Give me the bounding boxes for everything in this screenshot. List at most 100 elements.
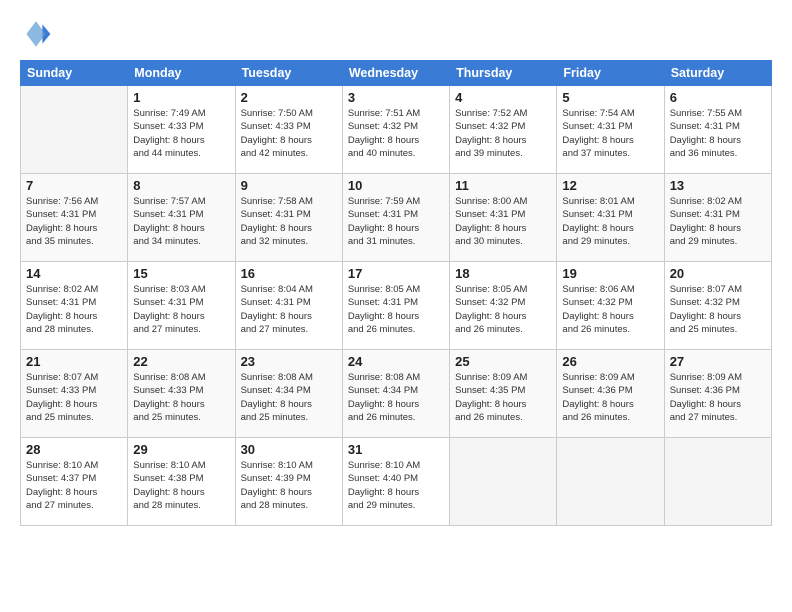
day-info: Sunrise: 8:09 AM Sunset: 4:36 PM Dayligh… [670,371,766,424]
day-info: Sunrise: 7:58 AM Sunset: 4:31 PM Dayligh… [241,195,337,248]
day-cell: 6Sunrise: 7:55 AM Sunset: 4:31 PM Daylig… [664,86,771,174]
day-number: 7 [26,178,122,193]
column-header-monday: Monday [128,61,235,86]
day-number: 28 [26,442,122,457]
day-cell: 25 Sunrise: 8:09 AM Sunset: 4:35 PM Dayli… [450,350,557,438]
day-cell: 9 Sunrise: 7:58 AM Sunset: 4:31 PM Daylig… [235,174,342,262]
day-info: Sunrise: 8:08 AM Sunset: 4:34 PM Dayligh… [241,371,337,424]
week-row-3: 14 Sunrise: 8:02 AM Sunset: 4:31 PM Dayli… [21,262,772,350]
day-info: Sunrise: 8:09 AM Sunset: 4:36 PM Dayligh… [562,371,658,424]
day-number: 17 [348,266,444,281]
day-number: 11 [455,178,551,193]
day-number: 31 [348,442,444,457]
day-info: Sunrise: 8:10 AM Sunset: 4:38 PM Dayligh… [133,459,229,512]
week-row-1: 1Sunrise: 7:49 AM Sunset: 4:33 PM Daylig… [21,86,772,174]
day-number: 21 [26,354,122,369]
day-info: Sunrise: 8:09 AM Sunset: 4:35 PM Dayligh… [455,371,551,424]
logo [20,18,56,50]
day-info: Sunrise: 8:08 AM Sunset: 4:33 PM Dayligh… [133,371,229,424]
day-info: Sunrise: 8:07 AM Sunset: 4:32 PM Dayligh… [670,283,766,336]
column-header-saturday: Saturday [664,61,771,86]
day-cell: 19 Sunrise: 8:06 AM Sunset: 4:32 PM Dayli… [557,262,664,350]
day-info: Sunrise: 8:10 AM Sunset: 4:37 PM Dayligh… [26,459,122,512]
day-info: Sunrise: 8:10 AM Sunset: 4:39 PM Dayligh… [241,459,337,512]
day-cell: 21 Sunrise: 8:07 AM Sunset: 4:33 PM Dayli… [21,350,128,438]
day-number: 20 [670,266,766,281]
day-cell: 5Sunrise: 7:54 AM Sunset: 4:31 PM Daylig… [557,86,664,174]
day-cell: 8 Sunrise: 7:57 AM Sunset: 4:31 PM Daylig… [128,174,235,262]
day-cell: 16 Sunrise: 8:04 AM Sunset: 4:31 PM Dayli… [235,262,342,350]
day-info: Sunrise: 8:03 AM Sunset: 4:31 PM Dayligh… [133,283,229,336]
column-header-wednesday: Wednesday [342,61,449,86]
day-cell: 17 Sunrise: 8:05 AM Sunset: 4:31 PM Dayli… [342,262,449,350]
day-cell: 30 Sunrise: 8:10 AM Sunset: 4:39 PM Dayli… [235,438,342,526]
day-number: 2 [241,90,337,105]
day-info: Sunrise: 7:50 AM Sunset: 4:33 PM Dayligh… [241,107,337,160]
day-number: 9 [241,178,337,193]
header-row: SundayMondayTuesdayWednesdayThursdayFrid… [21,61,772,86]
day-cell [450,438,557,526]
day-cell [664,438,771,526]
day-cell: 27Sunrise: 8:09 AM Sunset: 4:36 PM Dayli… [664,350,771,438]
day-info: Sunrise: 8:00 AM Sunset: 4:31 PM Dayligh… [455,195,551,248]
day-cell: 28 Sunrise: 8:10 AM Sunset: 4:37 PM Dayli… [21,438,128,526]
day-number: 14 [26,266,122,281]
day-number: 30 [241,442,337,457]
day-info: Sunrise: 7:56 AM Sunset: 4:31 PM Dayligh… [26,195,122,248]
day-number: 3 [348,90,444,105]
day-number: 12 [562,178,658,193]
day-cell [557,438,664,526]
day-info: Sunrise: 8:05 AM Sunset: 4:32 PM Dayligh… [455,283,551,336]
day-number: 29 [133,442,229,457]
week-row-5: 28 Sunrise: 8:10 AM Sunset: 4:37 PM Dayli… [21,438,772,526]
day-cell: 7 Sunrise: 7:56 AM Sunset: 4:31 PM Daylig… [21,174,128,262]
day-info: Sunrise: 7:57 AM Sunset: 4:31 PM Dayligh… [133,195,229,248]
day-cell: 4 Sunrise: 7:52 AM Sunset: 4:32 PM Daylig… [450,86,557,174]
day-number: 10 [348,178,444,193]
day-number: 15 [133,266,229,281]
day-info: Sunrise: 8:05 AM Sunset: 4:31 PM Dayligh… [348,283,444,336]
day-cell: 31 Sunrise: 8:10 AM Sunset: 4:40 PM Dayli… [342,438,449,526]
day-number: 23 [241,354,337,369]
day-cell: 24 Sunrise: 8:08 AM Sunset: 4:34 PM Dayli… [342,350,449,438]
day-cell: 2 Sunrise: 7:50 AM Sunset: 4:33 PM Daylig… [235,86,342,174]
column-header-friday: Friday [557,61,664,86]
day-number: 26 [562,354,658,369]
day-info: Sunrise: 8:02 AM Sunset: 4:31 PM Dayligh… [670,195,766,248]
day-number: 25 [455,354,551,369]
day-cell: 10Sunrise: 7:59 AM Sunset: 4:31 PM Dayli… [342,174,449,262]
day-number: 13 [670,178,766,193]
week-row-2: 7 Sunrise: 7:56 AM Sunset: 4:31 PM Daylig… [21,174,772,262]
day-number: 24 [348,354,444,369]
day-info: Sunrise: 7:49 AM Sunset: 4:33 PM Dayligh… [133,107,229,160]
day-cell: 13 Sunrise: 8:02 AM Sunset: 4:31 PM Dayli… [664,174,771,262]
day-info: Sunrise: 8:07 AM Sunset: 4:33 PM Dayligh… [26,371,122,424]
day-number: 5 [562,90,658,105]
day-number: 18 [455,266,551,281]
day-info: Sunrise: 8:01 AM Sunset: 4:31 PM Dayligh… [562,195,658,248]
day-info: Sunrise: 8:02 AM Sunset: 4:31 PM Dayligh… [26,283,122,336]
page: SundayMondayTuesdayWednesdayThursdayFrid… [0,0,792,612]
day-cell: 3Sunrise: 7:51 AM Sunset: 4:32 PM Daylig… [342,86,449,174]
logo-icon [20,18,52,50]
column-header-thursday: Thursday [450,61,557,86]
day-info: Sunrise: 8:04 AM Sunset: 4:31 PM Dayligh… [241,283,337,336]
day-cell: 12 Sunrise: 8:01 AM Sunset: 4:31 PM Dayli… [557,174,664,262]
column-header-sunday: Sunday [21,61,128,86]
column-header-tuesday: Tuesday [235,61,342,86]
day-info: Sunrise: 7:52 AM Sunset: 4:32 PM Dayligh… [455,107,551,160]
day-number: 22 [133,354,229,369]
day-number: 8 [133,178,229,193]
day-cell: 22 Sunrise: 8:08 AM Sunset: 4:33 PM Dayli… [128,350,235,438]
day-number: 16 [241,266,337,281]
day-cell: 18 Sunrise: 8:05 AM Sunset: 4:32 PM Dayli… [450,262,557,350]
day-number: 19 [562,266,658,281]
day-cell: 11 Sunrise: 8:00 AM Sunset: 4:31 PM Dayli… [450,174,557,262]
header [20,18,772,50]
day-info: Sunrise: 8:10 AM Sunset: 4:40 PM Dayligh… [348,459,444,512]
day-cell: 14 Sunrise: 8:02 AM Sunset: 4:31 PM Dayli… [21,262,128,350]
day-number: 4 [455,90,551,105]
day-cell: 20 Sunrise: 8:07 AM Sunset: 4:32 PM Dayli… [664,262,771,350]
day-info: Sunrise: 8:06 AM Sunset: 4:32 PM Dayligh… [562,283,658,336]
day-info: Sunrise: 8:08 AM Sunset: 4:34 PM Dayligh… [348,371,444,424]
